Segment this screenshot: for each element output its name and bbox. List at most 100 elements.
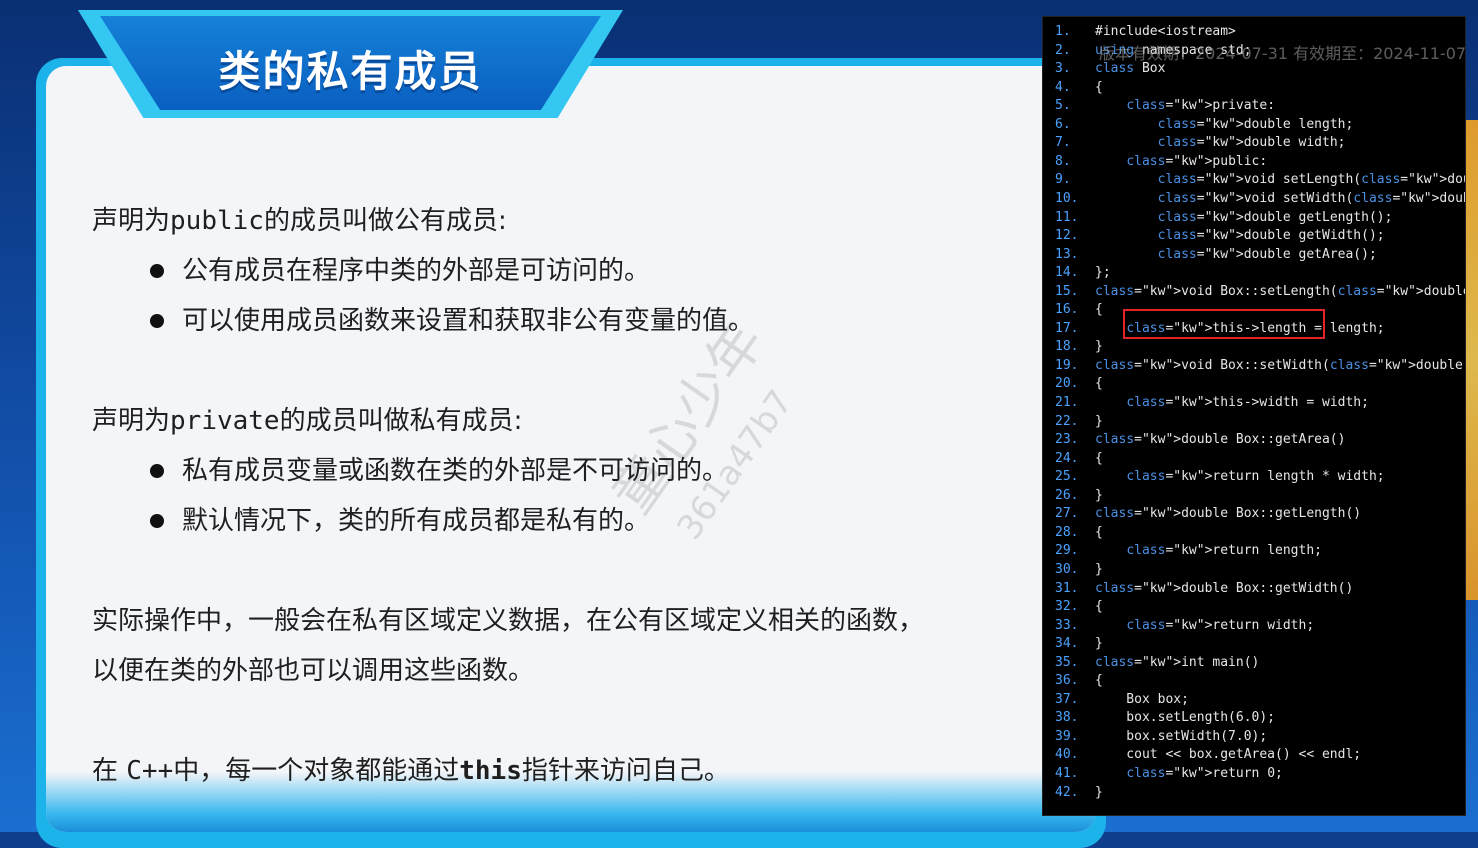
public-heading-prefix: 声明为 <box>92 206 171 236</box>
code-line: 12. class="kw">double getWidth(); <box>1043 227 1465 245</box>
code-line-number: 34. <box>1055 636 1079 652</box>
code-line: 18.} <box>1043 338 1465 356</box>
slide-title: 类的私有成员 <box>218 47 483 96</box>
code-line: 19. class="kw">void Box::setWidth(class="… <box>1043 357 1465 375</box>
code-line: 14.}; <box>1043 264 1465 282</box>
code-line-number: 23. <box>1055 432 1079 448</box>
code-line-text: class="kw">public: <box>1126 153 1268 169</box>
code-line-number: 4. <box>1055 79 1071 95</box>
code-line: 22.} <box>1043 413 1465 431</box>
code-line-text: }; <box>1095 265 1111 281</box>
code-line-number: 12. <box>1055 228 1079 244</box>
code-line-text: class="kw">double width; <box>1157 135 1346 151</box>
code-line-text: { <box>1095 302 1103 318</box>
code-line-number: 10. <box>1055 190 1079 206</box>
code-line: 4. { <box>1043 79 1465 97</box>
public-heading: 声明为public的成员叫做公有成员: <box>92 196 992 246</box>
code-line-text: class="kw">return 0; <box>1126 766 1283 781</box>
code-line-text: { <box>1095 450 1103 466</box>
code-line-number: 27. <box>1055 506 1079 522</box>
code-line-number: 36. <box>1055 673 1079 689</box>
code-line: 40. cout << box.getArea() << endl; <box>1043 746 1465 764</box>
code-line: 32. { <box>1043 598 1465 616</box>
code-line-text: class="kw">double getLength(); <box>1157 209 1393 225</box>
code-line-number: 7. <box>1055 135 1071 151</box>
code-line: 15. class="kw">void Box::setLength(class=… <box>1043 283 1465 301</box>
code-line-text: class="kw">int main() <box>1095 654 1260 670</box>
code-line-number: 13. <box>1055 246 1079 262</box>
code-line-text: class="kw">double Box::getWidth() <box>1095 580 1354 596</box>
code-line-number: 32. <box>1055 599 1079 615</box>
code-line-number: 30. <box>1055 561 1079 577</box>
code-line: 36. { <box>1043 672 1465 690</box>
slide-content: 声明为public的成员叫做公有成员: 公有成员在程序中类的外部是可访问的。 可… <box>92 196 992 796</box>
code-line-text: class="kw">double getArea(); <box>1157 246 1377 262</box>
code-line-number: 19. <box>1055 357 1079 373</box>
code-line-text: Box box; <box>1095 691 1189 707</box>
code-line-text: { <box>1095 79 1103 95</box>
code-line-text: { <box>1095 599 1103 615</box>
code-line-number: 38. <box>1055 710 1079 726</box>
code-line: 33. class="kw">return width; <box>1043 617 1465 635</box>
private-bullet-2-text: 默认情况下，类的所有成员都是私有的。 <box>182 506 651 536</box>
code-line: 21. class="kw">this->width = width; <box>1043 394 1465 412</box>
code-line-number: 21. <box>1055 395 1079 410</box>
code-line-text: class="kw">void Box::setLength(class="kw… <box>1095 283 1466 299</box>
private-bullet-1: 私有成员变量或函数在类的外部是不可访问的。 <box>150 446 992 496</box>
bullet-dot-icon <box>150 264 164 278</box>
code-line-number: 35. <box>1055 654 1079 670</box>
this-line: 在 C++中，每一个对象都能通过this指针来访问自己。 <box>92 746 992 796</box>
code-line-text: } <box>1095 784 1103 800</box>
code-line-number: 3. <box>1055 61 1071 77</box>
code-line-number: 37. <box>1055 691 1079 707</box>
code-line-text: class="kw">double Box::getArea() <box>1095 432 1346 448</box>
code-line: 5. class="kw">private: <box>1043 97 1465 115</box>
public-bullet-1-text: 公有成员在程序中类的外部是可访问的。 <box>182 256 651 286</box>
this-line-prefix: 在 <box>92 756 127 786</box>
this-line-suffix: 指针来访问自己。 <box>521 756 730 786</box>
code-line-number: 18. <box>1055 339 1079 355</box>
practice-line-1: 实际操作中，一般会在私有区域定义数据，在公有区域定义相关的函数， <box>92 606 925 636</box>
code-line-text: class="kw">void setWidth(class="kw">doub… <box>1157 190 1465 206</box>
code-line-number: 5. <box>1055 98 1071 114</box>
code-line: 31. class="kw">double Box::getWidth() <box>1043 580 1465 598</box>
code-line-number: 16. <box>1055 302 1079 318</box>
bullet-dot-icon <box>150 314 164 328</box>
code-line-number: 1. <box>1055 24 1071 39</box>
code-line: 24. { <box>1043 450 1465 468</box>
code-line-text: } <box>1095 339 1103 355</box>
code-line-text: } <box>1095 413 1103 429</box>
code-line: 11. class="kw">double getLength(); <box>1043 209 1465 227</box>
code-line: 23. class="kw">double Box::getArea() <box>1043 431 1465 449</box>
code-line-text: class="kw">return length; <box>1126 543 1322 559</box>
code-line-number: 8. <box>1055 153 1071 169</box>
code-line-text: class="kw">private: <box>1126 98 1276 114</box>
code-line-text: { <box>1095 673 1103 689</box>
code-line-number: 39. <box>1055 728 1079 744</box>
cpp-label: C++ <box>126 756 174 786</box>
public-heading-suffix: 的成员叫做公有成员: <box>263 206 507 236</box>
private-bullet-2: 默认情况下，类的所有成员都是私有的。 <box>150 496 992 546</box>
code-line-text: class="kw">void Box::setWidth(class="kw"… <box>1095 357 1463 373</box>
bullet-dot-icon <box>150 514 164 528</box>
private-heading-suffix: 的成员叫做私有成员: <box>279 406 523 436</box>
code-line-text: cout << box.getArea() << endl; <box>1095 747 1362 763</box>
code-line-number: 6. <box>1055 116 1071 132</box>
code-line-text: class="kw">this->width = width; <box>1126 395 1369 410</box>
private-keyword: private <box>170 406 280 436</box>
code-line-number: 15. <box>1055 283 1079 299</box>
code-line-number: 24. <box>1055 450 1079 466</box>
private-bullet-1-text: 私有成员变量或函数在类的外部是不可访问的。 <box>182 456 729 486</box>
code-line-text: } <box>1095 487 1103 503</box>
code-line-text: class="kw">return width; <box>1126 617 1315 633</box>
code-line: 30.} <box>1043 561 1465 579</box>
code-line-number: 28. <box>1055 524 1079 540</box>
code-line: 35. class="kw">int main() <box>1043 654 1465 672</box>
public-keyword: public <box>170 206 264 236</box>
code-line-text: { <box>1095 376 1103 392</box>
this-keyword: this <box>459 756 522 786</box>
code-line-text: } <box>1095 561 1103 577</box>
practice-line-2: 以便在类的外部也可以调用这些函数。 <box>92 656 535 686</box>
code-line: 27. class="kw">double Box::getLength() <box>1043 505 1465 523</box>
